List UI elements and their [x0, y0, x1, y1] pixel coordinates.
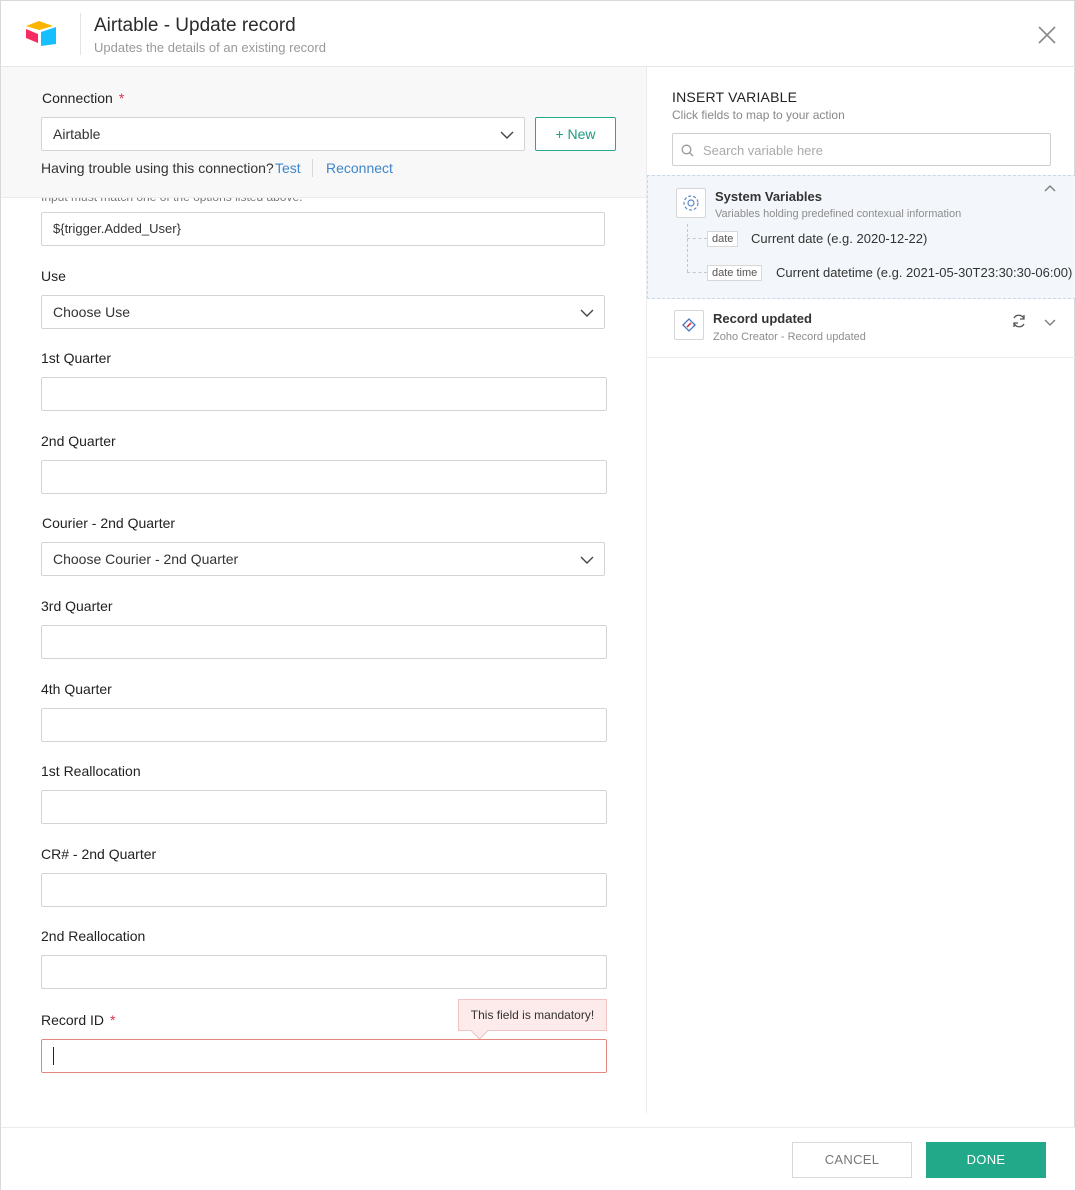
dialog-title: Airtable - Update record	[94, 15, 296, 36]
record-updated-title: Record updated	[713, 311, 812, 326]
q3-label: 3rd Quarter	[41, 598, 113, 614]
record-id-label: Record ID *	[41, 1012, 116, 1028]
dialog-footer: CANCEL DONE	[1, 1127, 1075, 1190]
record-updated-node[interactable]: Record updated Zoho Creator - Record upd…	[647, 300, 1075, 358]
gear-icon	[683, 195, 699, 211]
text-cursor	[53, 1047, 54, 1065]
use-select[interactable]: Choose Use	[41, 295, 605, 329]
cr-q2-input[interactable]	[41, 873, 607, 907]
zoho-creator-icon	[674, 310, 704, 340]
record-id-input[interactable]	[41, 1039, 607, 1073]
courier-q2-select[interactable]: Choose Courier - 2nd Quarter	[41, 542, 605, 576]
new-connection-button[interactable]: + New	[535, 117, 616, 151]
connection-trouble-text: Having trouble using this connection?	[41, 160, 274, 176]
zoho-creator-logo-icon	[682, 318, 696, 332]
update-record-dialog: Airtable - Update record Updates the det…	[0, 0, 1075, 1190]
dialog-header: Airtable - Update record Updates the det…	[1, 1, 1075, 67]
search-placeholder: Search variable here	[703, 143, 823, 158]
chevron-up-icon[interactable]	[1043, 182, 1057, 196]
insert-variable-subtitle: Click fields to map to your action	[672, 108, 845, 122]
variable-type-tag: date time	[707, 265, 763, 281]
chevron-down-icon	[580, 309, 594, 317]
q3-input[interactable]	[41, 625, 607, 659]
search-icon	[681, 144, 694, 157]
realloc1-input[interactable]	[41, 790, 607, 824]
required-mark: *	[110, 1012, 116, 1028]
q2-input[interactable]	[41, 460, 607, 494]
dialog-subtitle: Updates the details of an existing recor…	[94, 40, 326, 55]
reconnect-link[interactable]: Reconnect	[326, 160, 393, 176]
cr-q2-label: CR# - 2nd Quarter	[41, 846, 157, 862]
done-button[interactable]: DONE	[926, 1142, 1046, 1178]
tree-connector	[687, 238, 707, 239]
chevron-down-icon	[500, 131, 514, 139]
test-connection-link[interactable]: Test	[275, 160, 301, 176]
realloc2-label: 2nd Reallocation	[41, 928, 146, 944]
cancel-button[interactable]: CANCEL	[792, 1142, 912, 1178]
variable-type-tag: date	[707, 231, 739, 247]
q4-label: 4th Quarter	[41, 681, 112, 697]
action-form-panel: Connection * Airtable + New Having troubl…	[1, 67, 646, 1127]
variable-search-input[interactable]: Search variable here	[672, 133, 1051, 166]
use-select-placeholder: Choose Use	[53, 304, 131, 320]
insert-variable-title: INSERT VARIABLE	[672, 89, 798, 105]
required-mark: *	[118, 90, 125, 106]
current-date-variable[interactable]: Current date (e.g. 2020-12-22)	[751, 231, 927, 246]
use-label: Use	[41, 268, 66, 284]
tree-connector	[687, 224, 688, 272]
connection-select-value: Airtable	[53, 126, 101, 142]
connection-select[interactable]: Airtable	[41, 117, 525, 151]
airtable-logo-icon	[26, 21, 56, 46]
link-divider	[312, 159, 313, 177]
q1-label: 1st Quarter	[41, 350, 112, 366]
close-icon[interactable]	[1035, 23, 1059, 47]
connection-section: Connection * Airtable + New Having troubl…	[1, 67, 646, 198]
connection-label: Connection *	[42, 90, 125, 106]
chevron-down-icon	[580, 556, 594, 564]
q4-input[interactable]	[41, 708, 607, 742]
record-updated-subtitle: Zoho Creator - Record updated	[713, 331, 866, 343]
current-datetime-variable[interactable]: Current datetime (e.g. 2021-05-30T23:30:…	[776, 265, 1072, 280]
insert-variable-panel: INSERT VARIABLE Click fields to map to y…	[647, 67, 1075, 1127]
refresh-icon[interactable]	[1011, 313, 1027, 329]
q2-label: 2nd Quarter	[41, 433, 116, 449]
chevron-down-icon[interactable]	[1043, 315, 1057, 329]
tree-connector	[687, 272, 707, 273]
q1-input[interactable]	[41, 377, 607, 411]
system-variables-subtitle: Variables holding predefined contexual i…	[715, 208, 962, 220]
realloc2-input[interactable]	[41, 955, 607, 989]
system-variables-title: System Variables	[715, 189, 822, 204]
realloc1-label: 1st Reallocation	[41, 763, 141, 779]
mandatory-error-tooltip: This field is mandatory!	[458, 999, 607, 1031]
header-divider	[80, 13, 81, 55]
system-variables-node-icon	[676, 188, 706, 218]
courier-q2-select-placeholder: Choose Courier - 2nd Quarter	[53, 551, 239, 567]
added-user-input[interactable]: ${trigger.Added_User}	[41, 212, 605, 246]
system-variables-node[interactable]: System Variables Variables holding prede…	[647, 175, 1075, 299]
courier-q2-label: Courier - 2nd Quarter	[42, 515, 176, 531]
